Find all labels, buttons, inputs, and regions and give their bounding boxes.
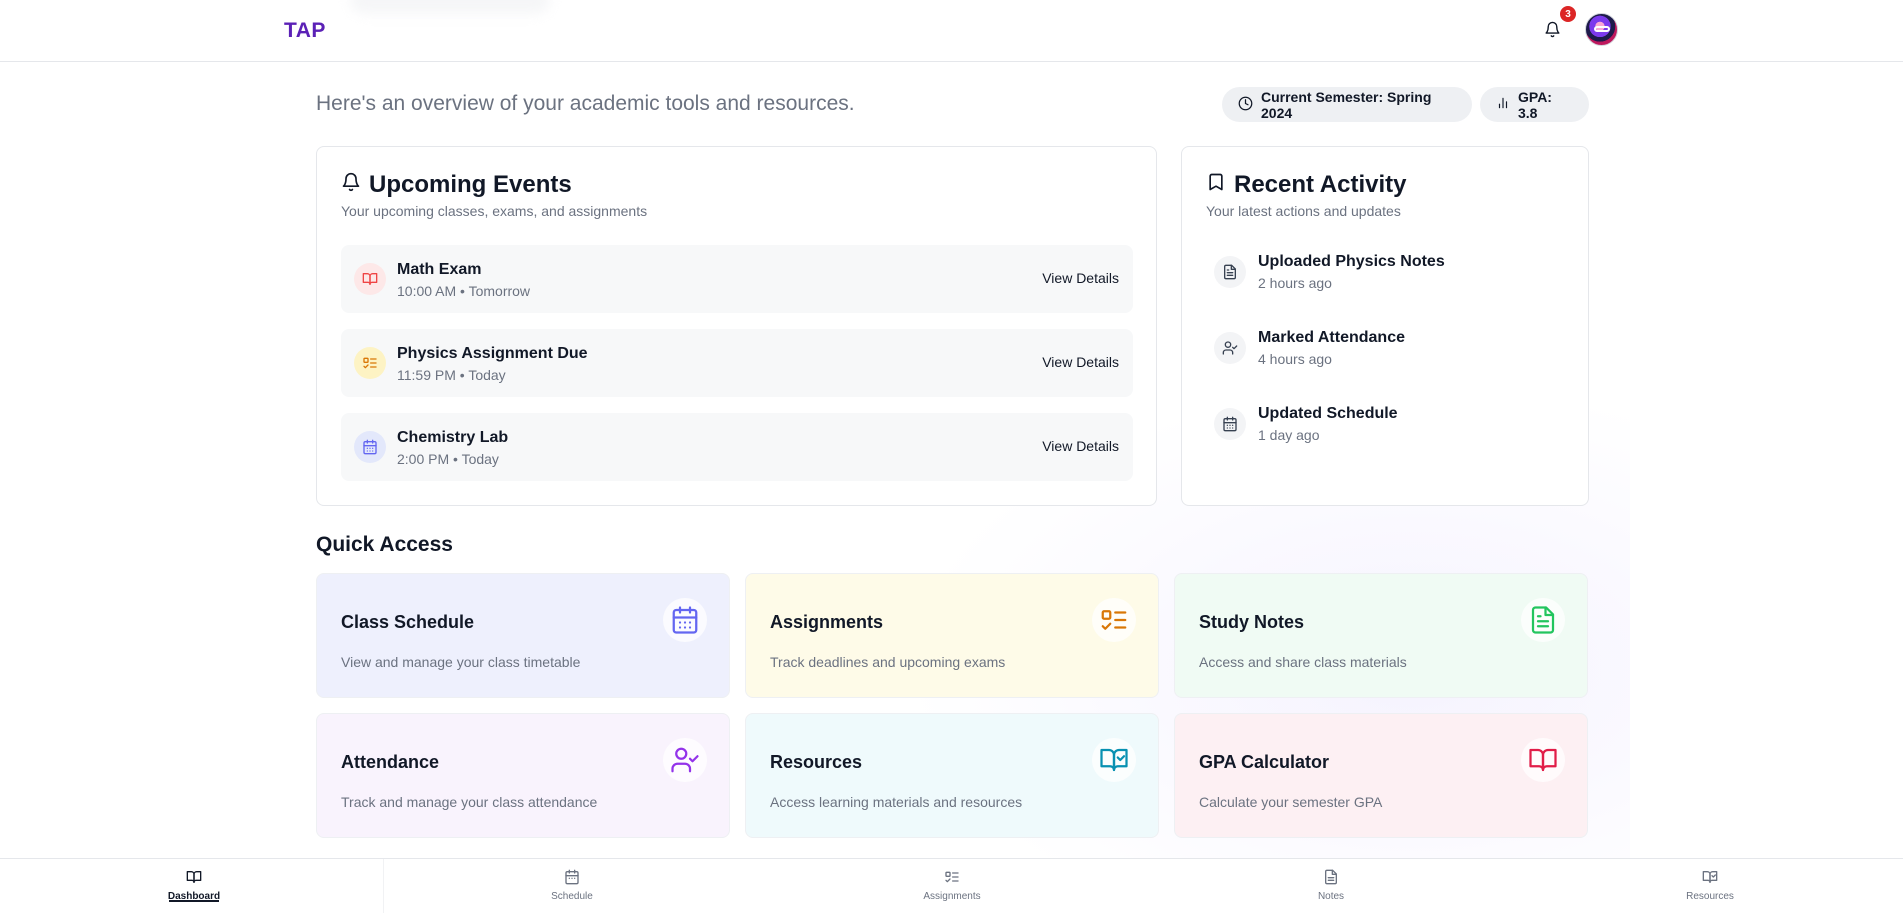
file-text-icon xyxy=(1521,598,1565,642)
event-time: 2:00 PM • Today xyxy=(397,451,499,467)
event-name: Math Exam xyxy=(397,261,482,278)
tile-title: Study Notes xyxy=(1199,612,1305,632)
top-bar: TAP 3 xyxy=(0,0,1903,62)
quick-access-heading: Quick Access xyxy=(316,533,453,556)
calendar-icon xyxy=(354,431,386,463)
book-open-icon xyxy=(354,263,386,295)
card-subtitle: Your upcoming classes, exams, and assign… xyxy=(341,203,648,219)
list-checks-icon xyxy=(354,347,386,379)
gpa-label: GPA: 3.8 xyxy=(1518,88,1552,121)
calendar-icon xyxy=(1214,408,1246,440)
activity-item: Marked Attendance 4 hours ago xyxy=(1214,325,1554,375)
event-time: 10:00 AM • Tomorrow xyxy=(397,283,531,299)
nav-label: Schedule xyxy=(551,891,593,902)
event-row[interactable]: Physics Assignment Due 11:59 PM • Today … xyxy=(341,329,1133,397)
tile-title: Assignments xyxy=(770,612,884,632)
recent-activity-heading: Recent Activity xyxy=(1206,171,1407,199)
activity-item: Updated Schedule 1 day ago xyxy=(1214,401,1554,451)
active-tab-underline xyxy=(169,900,219,902)
upcoming-events-heading: Upcoming Events xyxy=(341,171,572,199)
card-subtitle: Your latest actions and updates xyxy=(1206,203,1401,219)
quick-access-resources[interactable]: Resources Access learning materials and … xyxy=(745,713,1159,838)
card-title: Upcoming Events xyxy=(369,171,572,198)
book-open-icon xyxy=(1521,738,1565,782)
list-checks-icon xyxy=(1092,598,1136,642)
nav-label: Assignments xyxy=(923,891,981,902)
tile-description: Track deadlines and upcoming exams xyxy=(770,654,1006,670)
file-text-icon xyxy=(1214,256,1246,288)
activity-name: Marked Attendance xyxy=(1258,329,1405,346)
nav-dashboard[interactable]: Dashboard xyxy=(134,869,254,902)
gpa-pill: GPA: 3.8 xyxy=(1480,87,1589,122)
tile-title: Resources xyxy=(770,752,863,772)
calendar-icon xyxy=(663,598,707,642)
tile-title: Class Schedule xyxy=(341,612,475,632)
tile-description: Access and share class materials xyxy=(1199,654,1407,670)
event-row[interactable]: Math Exam 10:00 AM • Tomorrow View Detai… xyxy=(341,245,1133,313)
activity-name: Uploaded Physics Notes xyxy=(1258,253,1445,270)
nav-schedule[interactable]: Schedule xyxy=(512,869,632,902)
bell-icon xyxy=(341,171,361,199)
activity-name: Updated Schedule xyxy=(1258,405,1398,422)
user-check-icon xyxy=(1214,332,1246,364)
bar-chart-icon xyxy=(1496,96,1510,113)
event-time: 11:59 PM • Today xyxy=(397,367,506,383)
activity-time: 2 hours ago xyxy=(1258,275,1332,291)
overview-text: Here's an overview of your academic tool… xyxy=(316,92,855,115)
event-row[interactable]: Chemistry Lab 2:00 PM • Today View Detai… xyxy=(341,413,1133,481)
nav-assignments[interactable]: Assignments xyxy=(892,869,1012,902)
activity-time: 4 hours ago xyxy=(1258,351,1332,367)
notification-badge: 3 xyxy=(1560,6,1576,22)
tile-title: Attendance xyxy=(341,752,440,772)
list-checks-icon xyxy=(944,869,960,888)
header-blur-decoration xyxy=(350,0,550,14)
tile-description: Track and manage your class attendance xyxy=(341,794,598,810)
view-details-button[interactable]: View Details xyxy=(1042,438,1119,454)
nav-label: Resources xyxy=(1686,891,1734,902)
tile-description: Access learning materials and resources xyxy=(770,794,1023,810)
nav-label: Notes xyxy=(1317,891,1345,902)
quick-access-assignments[interactable]: Assignments Track deadlines and upcoming… xyxy=(745,573,1159,698)
book-check-icon xyxy=(1092,738,1136,782)
quick-access-class-schedule[interactable]: Class Schedule View and manage your clas… xyxy=(316,573,730,698)
bell-icon[interactable] xyxy=(1541,18,1563,40)
app-logo[interactable]: TAP xyxy=(284,19,326,43)
event-name: Physics Assignment Due xyxy=(397,345,588,362)
activity-item: Uploaded Physics Notes 2 hours ago xyxy=(1214,249,1554,299)
calendar-icon xyxy=(564,869,580,888)
activity-time: 1 day ago xyxy=(1258,427,1320,443)
upcoming-events-card: Upcoming Events Your upcoming classes, e… xyxy=(316,146,1157,506)
file-text-icon xyxy=(1323,869,1339,888)
bottom-nav: Dashboard Schedule Assignments Notes Res… xyxy=(0,858,1903,913)
tile-description: Calculate your semester GPA xyxy=(1199,794,1383,810)
bookmark-icon xyxy=(1206,171,1226,199)
book-check-icon xyxy=(1702,869,1718,888)
quick-access-study-notes[interactable]: Study Notes Access and share class mater… xyxy=(1174,573,1588,698)
semester-label: Current Semester: Spring 2024 xyxy=(1261,88,1432,121)
tile-description: View and manage your class timetable xyxy=(341,654,581,670)
clock-icon xyxy=(1238,96,1253,114)
semester-pill: Current Semester: Spring 2024 xyxy=(1222,87,1472,122)
card-title: Recent Activity xyxy=(1234,171,1407,198)
tile-title: GPA Calculator xyxy=(1199,752,1330,772)
quick-access-gpa-calculator[interactable]: GPA Calculator Calculate your semester G… xyxy=(1174,713,1588,838)
recent-activity-card: Recent Activity Your latest actions and … xyxy=(1181,146,1589,506)
avatar[interactable] xyxy=(1585,13,1618,46)
event-name: Chemistry Lab xyxy=(397,429,509,446)
book-open-icon xyxy=(186,869,202,888)
view-details-button[interactable]: View Details xyxy=(1042,354,1119,370)
quick-access-attendance[interactable]: Attendance Track and manage your class a… xyxy=(316,713,730,838)
view-details-button[interactable]: View Details xyxy=(1042,270,1119,286)
nav-notes[interactable]: Notes xyxy=(1271,869,1391,902)
user-check-icon xyxy=(663,738,707,782)
nav-resources[interactable]: Resources xyxy=(1650,869,1770,902)
